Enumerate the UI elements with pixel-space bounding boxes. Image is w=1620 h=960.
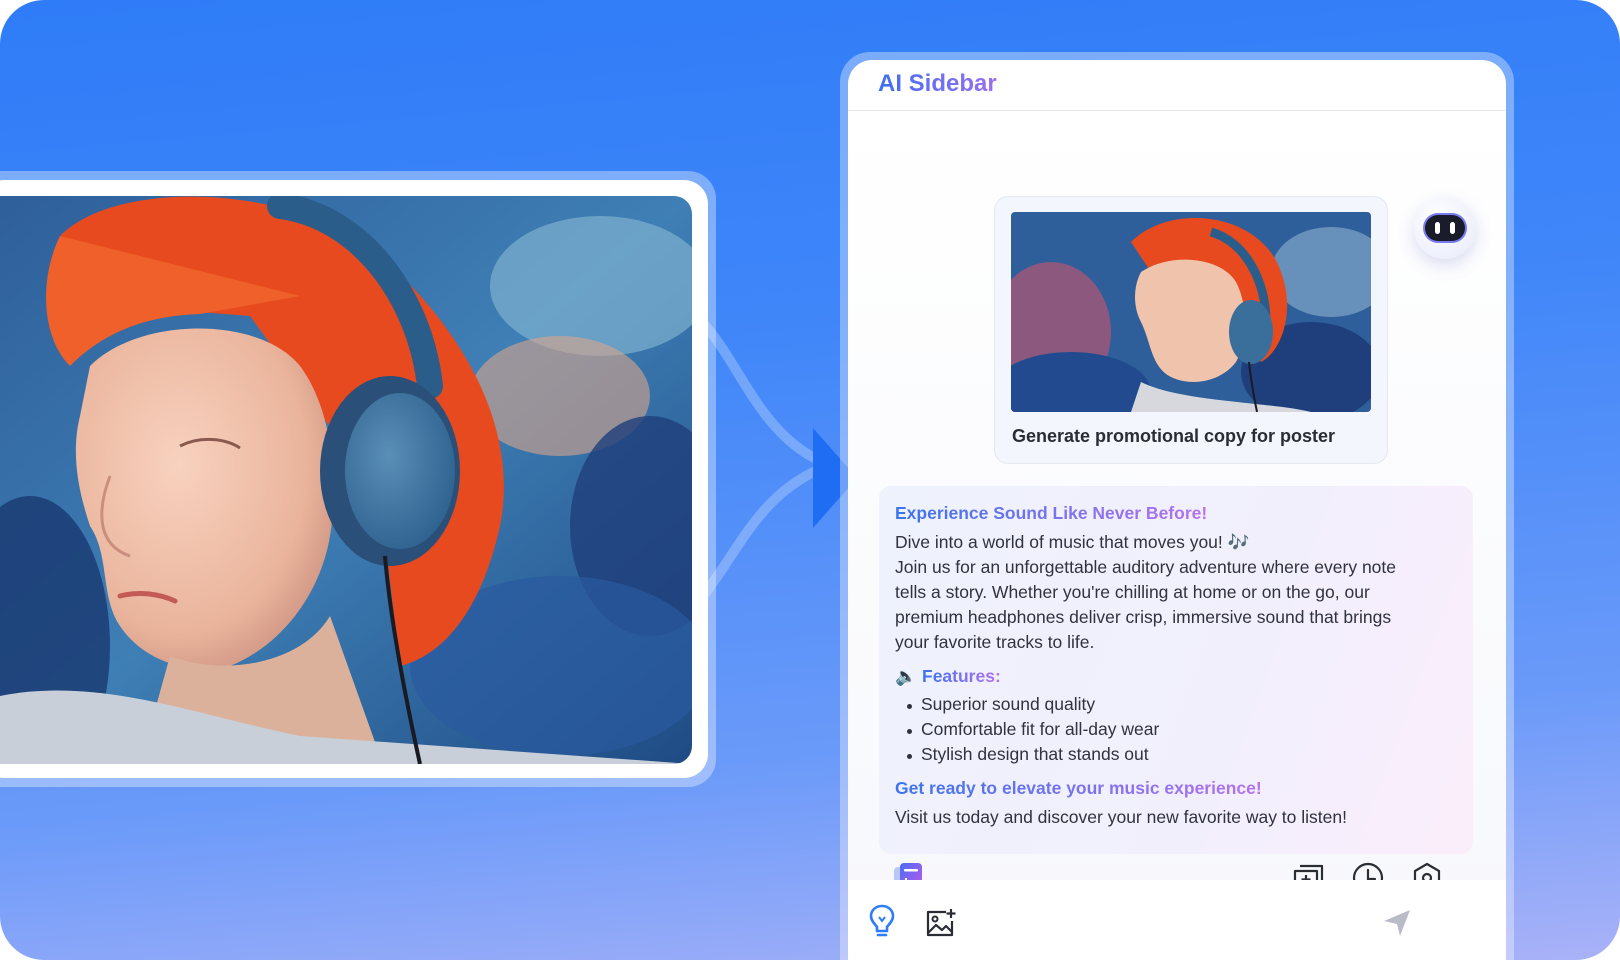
response-body-line: your favorite tracks to life. xyxy=(895,632,1095,652)
chat-area: Generate promotional copy for poster Exp… xyxy=(848,111,1506,934)
response-body-line: premium headphones deliver crisp, immers… xyxy=(895,607,1392,627)
response-body-line: Join us for an unforgettable auditory ad… xyxy=(895,557,1397,577)
ai-sidebar-panel: AI Sidebar Generate promotional copy for… xyxy=(848,60,1506,960)
image-upload-icon[interactable] xyxy=(924,907,958,939)
speaker-icon: 🔈 xyxy=(895,666,917,686)
response-headline: Experience Sound Like Never Before! xyxy=(895,503,1208,523)
features-label: Features: xyxy=(922,666,1001,686)
feature-item: Comfortable fit for all-day wear xyxy=(921,719,1160,739)
cta-headline: Get ready to elevate your music experien… xyxy=(895,778,1262,798)
poster-image xyxy=(0,196,692,764)
chat-input-area[interactable] xyxy=(848,880,1506,960)
user-message-text: Generate promotional copy for poster xyxy=(1012,426,1336,446)
send-icon[interactable] xyxy=(1382,908,1412,938)
feature-item: Superior sound quality xyxy=(921,694,1096,714)
response-intro: Dive into a world of music that moves yo… xyxy=(895,532,1250,552)
robot-face-icon xyxy=(1414,197,1476,259)
lightbulb-icon[interactable] xyxy=(868,903,896,939)
feature-item: Stylish design that stands out xyxy=(921,744,1149,764)
bullet xyxy=(907,704,912,709)
bullet xyxy=(907,754,912,759)
promo-background: AI Sidebar Generate promotional copy for… xyxy=(0,0,1620,960)
ai-response-card: Experience Sound Like Never Before! Dive… xyxy=(879,486,1473,854)
user-message-bubble: Generate promotional copy for poster xyxy=(994,196,1388,464)
cta-text: Visit us today and discover your new fav… xyxy=(895,807,1347,827)
sidebar-title: AI Sidebar xyxy=(878,70,997,97)
response-body-line: tells a story. Whether you're chilling a… xyxy=(895,582,1370,602)
attached-image-thumbnail[interactable] xyxy=(1011,212,1371,412)
bullet xyxy=(907,729,912,734)
